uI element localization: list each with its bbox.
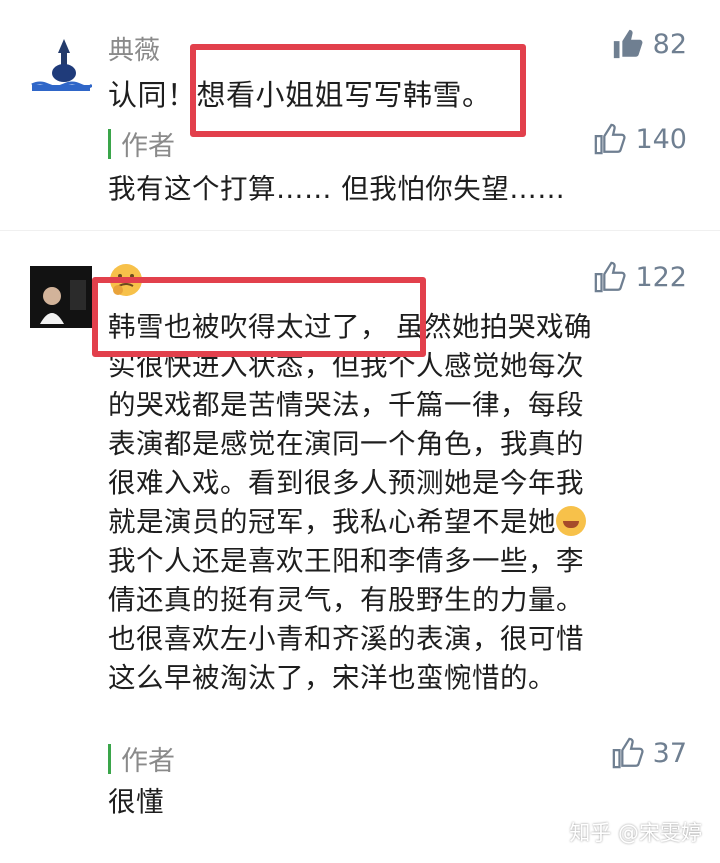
comment-text-prefix: 认同！: [108, 78, 197, 112]
author-label: 作者: [121, 746, 175, 777]
author-reply-text: 很懂: [108, 786, 164, 818]
thumbs-up-outline-icon: [595, 123, 627, 155]
highlight-box: [190, 44, 526, 137]
divider: [0, 230, 720, 231]
author-reply-label: 作者: [108, 739, 175, 778]
thumbs-up-outline-icon: [595, 261, 627, 293]
like-button[interactable]: 140: [593, 122, 687, 156]
comment-text-line: 就是演员的冠军，我私心希望不是她: [108, 506, 556, 538]
author-reply-label: 作者: [108, 124, 175, 163]
reply-bar: [108, 743, 111, 774]
author-label: 作者: [121, 131, 175, 162]
thumbs-up-icon: [613, 29, 643, 59]
comment-text-line: 这么早被淘汰了，宋洋也蛮惋惜的。: [108, 662, 556, 694]
portrait-avatar-icon: [30, 266, 92, 328]
avatar[interactable]: [30, 33, 92, 95]
comment-text-line: 的哭戏都是苦情哭法，千篇一律，每段: [108, 389, 584, 421]
like-count: 82: [652, 28, 687, 60]
thumbs-up-outline-icon: [612, 737, 644, 769]
avatar[interactable]: [30, 266, 92, 328]
like-count: 122: [635, 261, 687, 293]
like-count: 37: [652, 737, 687, 769]
highlight-box: [92, 277, 426, 357]
watermark: 知乎 @宋雯婷: [569, 821, 702, 845]
comment-text-line: 倩还真的挺有灵气，有股野生的力量。: [108, 584, 584, 616]
comment-text-line: 很难入戏。看到很多人预测她是今年我: [108, 467, 584, 499]
comment-text-line: 也很喜欢左小青和齐溪的表演，很可惜: [108, 623, 584, 655]
like-button[interactable]: 122: [593, 260, 687, 294]
whale-avatar-icon: [30, 33, 92, 95]
comment-line: 就是演员的冠军，我私心希望不是她: [108, 503, 688, 542]
like-button[interactable]: 37: [611, 736, 687, 770]
like-button[interactable]: 82: [611, 27, 687, 61]
comment-text-line: 我个人还是喜欢王阳和李倩多一些，李: [108, 545, 584, 577]
comment-username[interactable]: 典薇: [108, 30, 160, 67]
comment-text-line: 表演都是感觉在演同一个角色，我真的: [108, 428, 584, 460]
comment-text: 韩雪也被吹得太过了， 虽然她拍哭戏确 实很快进入状态，但我个人感觉她每次 的哭戏都…: [108, 308, 688, 698]
crying-laughing-emoji: [556, 506, 586, 536]
reply-bar: [108, 128, 111, 159]
like-count: 140: [635, 123, 687, 155]
author-reply-text: 我有这个打算…… 但我怕你失望……: [108, 173, 566, 205]
